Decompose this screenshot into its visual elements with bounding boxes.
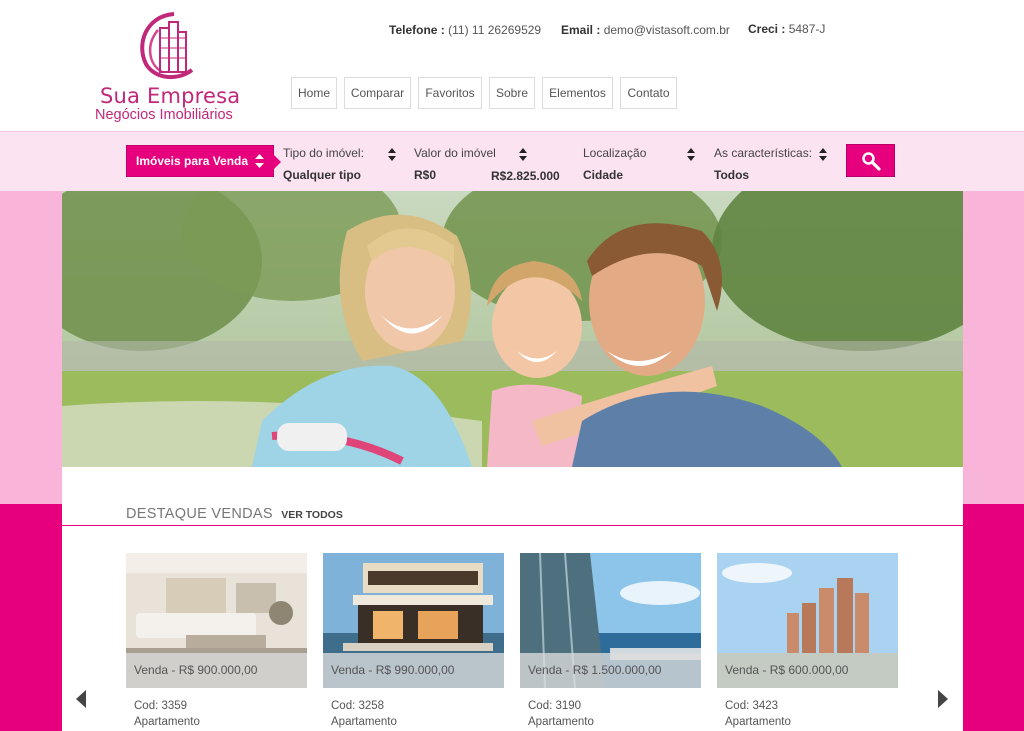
features-value: Todos [714, 168, 750, 182]
property-type-value: Qualquer tipo [283, 168, 361, 182]
property-price: Venda - R$ 900.000,00 [126, 653, 307, 688]
creci-value: 5487-J [788, 22, 826, 36]
property-image[interactable]: Venda - R$ 990.000,00 [323, 553, 504, 688]
property-card[interactable]: Venda - R$ 1.500.000,00 Cod: 3190 Aparta… [520, 553, 701, 728]
nav-comparar[interactable]: Comparar [344, 77, 411, 109]
see-all-link[interactable]: VER TODOS [281, 509, 343, 521]
property-code: Cod: 3190 [528, 700, 582, 712]
location-filter[interactable]: Localização Cidade [583, 146, 646, 182]
property-image[interactable]: Venda - R$ 900.000,00 [126, 553, 307, 688]
property-code: Cod: 3359 [134, 700, 188, 712]
section-title: DESTAQUE VENDAS VER TODOS [126, 506, 343, 522]
property-type-filter[interactable]: Tipo do imóvel: Qualquer tipo [283, 146, 364, 182]
property-type-label: Tipo do imóvel: [283, 146, 364, 160]
property-kind: Apartamento [331, 716, 397, 728]
property-price: Venda - R$ 990.000,00 [323, 653, 504, 688]
nav-elementos[interactable]: Elementos [542, 77, 613, 109]
featured-section: DESTAQUE VENDAS VER TODOS Venda - R$ 900… [62, 467, 963, 731]
nav-contato[interactable]: Contato [620, 77, 677, 109]
section-divider [62, 525, 963, 526]
property-search-bar: Imóveis para Venda Tipo do imóvel: Qualq… [0, 131, 1024, 191]
logo-tagline: Negócios Imobiliários [95, 107, 233, 123]
nav-favoritos[interactable]: Favoritos [418, 77, 482, 109]
carousel-prev-icon[interactable] [76, 690, 86, 708]
contact-creci: Creci : 5487-J [748, 22, 825, 36]
side-band-right-dark [963, 504, 1024, 731]
price-max-wrap: R$2.825.000 [491, 169, 560, 183]
price-arrows-icon[interactable] [519, 148, 527, 161]
location-value: Cidade [583, 168, 624, 182]
property-price: Venda - R$ 1.500.000,00 [520, 653, 701, 688]
search-button[interactable] [846, 144, 895, 177]
side-band-right-light [963, 191, 1024, 504]
features-label: As características: [714, 146, 813, 160]
hero-banner [62, 191, 963, 467]
side-band-left-light [0, 191, 62, 504]
price-label: Valor do imóvel [414, 146, 496, 160]
property-code: Cod: 3258 [331, 700, 385, 712]
creci-label: Creci : [748, 22, 786, 36]
price-max: R$2.825.000 [491, 169, 560, 183]
property-price: Venda - R$ 600.000,00 [717, 653, 898, 688]
property-card[interactable]: Venda - R$ 900.000,00 Cod: 3359 Apartame… [126, 553, 307, 728]
site-header: Sua Empresa Negócios Imobiliários Telefo… [0, 0, 1024, 131]
nav-sobre[interactable]: Sobre [489, 77, 535, 109]
property-image[interactable]: Venda - R$ 600.000,00 [717, 553, 898, 688]
property-kind: Apartamento [528, 716, 594, 728]
price-min: R$0 [414, 168, 437, 182]
property-type-arrows-icon[interactable] [388, 148, 396, 161]
company-logo[interactable]: Sua Empresa Negócios Imobiliários [92, 8, 242, 126]
location-label: Localização [583, 146, 647, 160]
email-value[interactable]: demo@vistasoft.com.br [604, 23, 730, 37]
property-code: Cod: 3423 [725, 700, 779, 712]
featured-title: DESTAQUE VENDAS [126, 506, 273, 522]
nav-home[interactable]: Home [291, 77, 337, 109]
listing-type-select[interactable]: Imóveis para Venda [126, 145, 281, 177]
phone-value: (11) 11 26269529 [448, 23, 542, 37]
location-arrows-icon[interactable] [687, 148, 695, 161]
logo-name: Sua Empresa [100, 84, 241, 108]
hero-family-image [62, 191, 963, 467]
contact-phone: Telefone : (11) 11 26269529 [389, 23, 541, 37]
carousel-next-icon[interactable] [938, 690, 948, 708]
property-card[interactable]: Venda - R$ 600.000,00 Cod: 3423 Apartame… [717, 553, 898, 728]
property-kind: Apartamento [134, 716, 200, 728]
features-arrows-icon[interactable] [819, 148, 827, 161]
property-image[interactable]: Venda - R$ 1.500.000,00 [520, 553, 701, 688]
price-filter[interactable]: Valor do imóvel R$0 [414, 146, 496, 182]
building-logo-icon [140, 12, 194, 80]
listing-type-value: Imóveis para Venda [136, 154, 249, 168]
main-nav: Home Comparar Favoritos Sobre Elementos … [291, 77, 677, 109]
property-card[interactable]: Venda - R$ 990.000,00 Cod: 3258 Apartame… [323, 553, 504, 728]
email-label: Email : [561, 23, 601, 37]
side-band-left-dark [0, 504, 62, 731]
features-filter[interactable]: As características: Todos [714, 146, 812, 182]
search-icon [861, 151, 881, 171]
property-kind: Apartamento [725, 716, 791, 728]
contact-email: Email : demo@vistasoft.com.br [561, 23, 730, 37]
select-arrows-icon [255, 154, 264, 168]
phone-label: Telefone : [389, 23, 445, 37]
